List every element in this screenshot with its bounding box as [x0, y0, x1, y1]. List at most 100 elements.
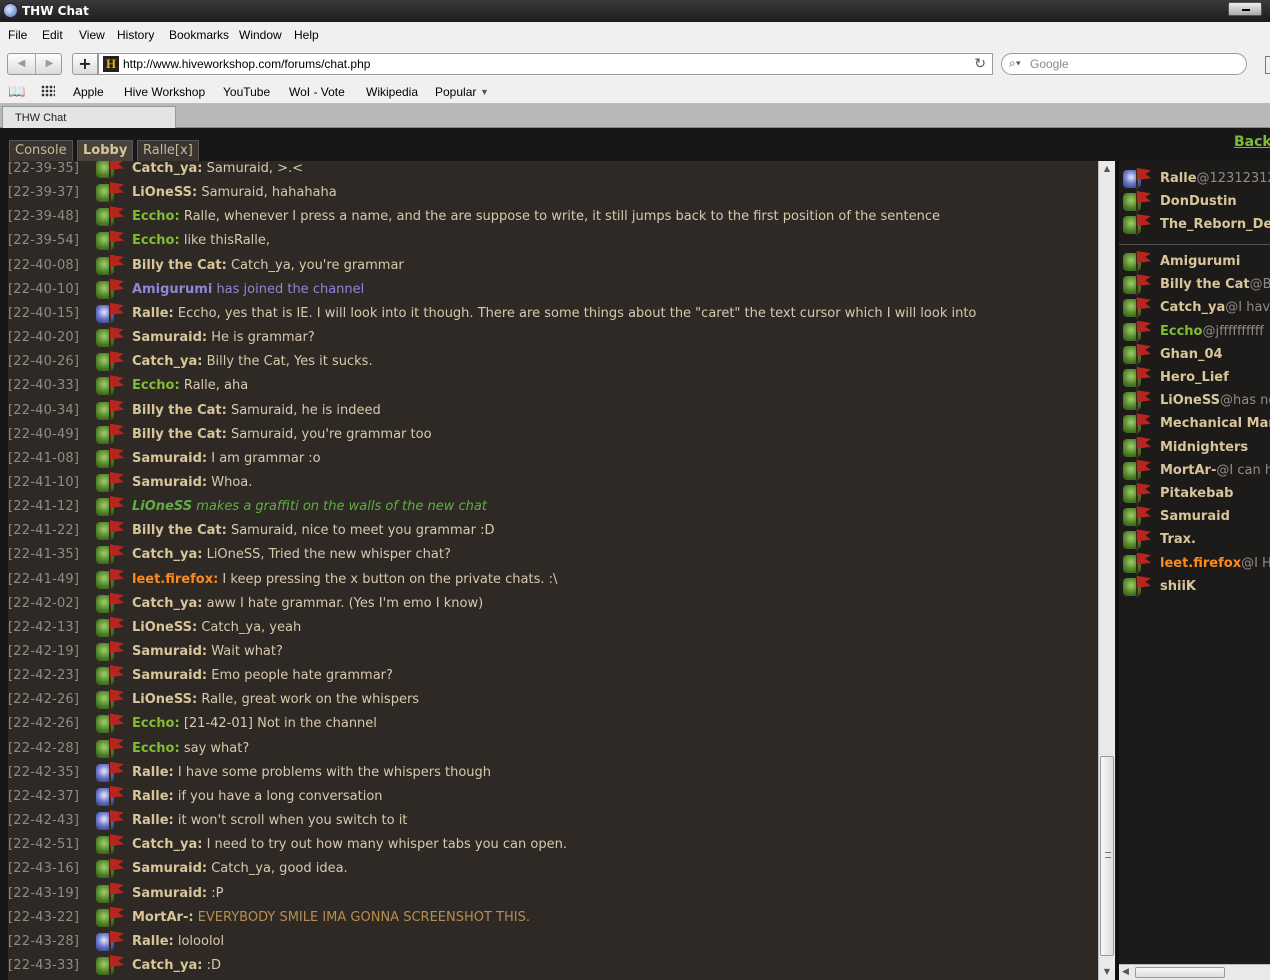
address-bar[interactable]: H http://www.hiveworkshop.com/forums/cha… — [98, 53, 993, 75]
user-name[interactable]: Mechanical Man — [1160, 412, 1270, 435]
chat-scrollbar[interactable]: ▲ ▼ — [1098, 161, 1115, 980]
message-author[interactable]: Ralle: — [132, 765, 174, 780]
message-author[interactable]: Catch_ya: — [132, 596, 202, 611]
scroll-down-icon[interactable]: ▼ — [1099, 964, 1115, 980]
message-author[interactable]: Catch_ya: — [132, 837, 202, 852]
bookmark-hive-workshop[interactable]: Hive Workshop — [124, 85, 205, 99]
user-name[interactable]: Samuraid — [1160, 505, 1230, 528]
message-author[interactable]: Ralle: — [132, 306, 174, 321]
user-list-item[interactable]: Amigurumi — [1119, 250, 1270, 273]
hscroll-thumb[interactable] — [1135, 967, 1225, 978]
user-list-item[interactable]: Ghan_04 — [1119, 343, 1270, 366]
menu-help[interactable]: Help — [294, 28, 319, 42]
user-list-item[interactable]: Catch_ya@I have — [1119, 296, 1270, 320]
menu-file[interactable]: File — [8, 28, 27, 42]
message-author[interactable]: MortAr-: — [132, 910, 194, 925]
message-author[interactable]: Billy the Cat: — [132, 258, 227, 273]
message-author[interactable]: Catch_ya: — [132, 958, 202, 973]
user-name[interactable]: shiiK — [1160, 575, 1196, 598]
minimize-button[interactable] — [1228, 2, 1262, 16]
message-author[interactable]: Catch_ya: — [132, 547, 202, 562]
menu-window[interactable]: Window — [239, 28, 282, 42]
back-arrow-icon[interactable]: ◀ — [8, 54, 35, 74]
message-author[interactable]: Catch_ya: — [132, 161, 202, 176]
user-name[interactable]: Midnighters — [1160, 436, 1248, 459]
user-list-item[interactable]: Billy the Cat@Bored — [1119, 273, 1270, 297]
forward-arrow-icon[interactable]: ▶ — [36, 54, 63, 74]
user-list-item[interactable]: shiiK — [1119, 575, 1270, 598]
menu-history[interactable]: History — [117, 28, 154, 42]
browser-tab[interactable]: THW Chat — [2, 106, 176, 128]
user-name[interactable]: leet.firefox@I HA — [1160, 552, 1270, 575]
tab-ralle[interactable]: Ralle[x] — [137, 140, 199, 161]
user-list-item[interactable]: LiOneSS@has no — [1119, 389, 1270, 413]
user-list-item[interactable]: Pitakebab — [1119, 482, 1270, 505]
message-author[interactable]: Billy the Cat: — [132, 403, 227, 418]
message-author[interactable]: Eccho: — [132, 716, 180, 731]
message-author[interactable]: LiOneSS: — [132, 692, 197, 707]
user-list-item[interactable]: Trax. — [1119, 528, 1270, 552]
message-author[interactable]: Billy the Cat: — [132, 427, 227, 442]
user-name[interactable]: Ralle@123123123 — [1160, 167, 1270, 190]
user-list-item[interactable]: Ralle@123123123 — [1119, 167, 1270, 190]
message-author[interactable]: leet.firefox: — [132, 572, 218, 587]
chevron-down-icon[interactable]: ▼ — [480, 87, 489, 97]
user-list-item[interactable]: MortAr-@I can ha — [1119, 459, 1270, 482]
tab-lobby[interactable]: Lobby — [77, 140, 134, 161]
message-author[interactable]: Ralle: — [132, 934, 174, 949]
bookmark-apple[interactable]: Apple — [73, 85, 104, 99]
bookmark-popular[interactable]: Popular — [435, 85, 476, 99]
bookmark-wikipedia[interactable]: Wikipedia — [366, 85, 418, 99]
message-author[interactable]: Eccho: — [132, 209, 180, 224]
add-bookmark-button[interactable]: + — [72, 53, 98, 75]
message-author[interactable]: Catch_ya: — [132, 354, 202, 369]
user-list-item[interactable]: leet.firefox@I HA — [1119, 552, 1270, 575]
user-name[interactable]: Ghan_04 — [1160, 343, 1223, 366]
search-placeholder[interactable]: Google — [1030, 57, 1069, 71]
user-name[interactable]: Eccho@jffffffffff — [1160, 320, 1264, 343]
user-name[interactable]: LiOneSS@has no — [1160, 389, 1270, 412]
address-url[interactable]: http://www.hiveworkshop.com/forums/chat.… — [123, 57, 370, 71]
menu-view[interactable]: View — [79, 28, 105, 42]
user-name[interactable]: MortAr-@I can ha — [1160, 459, 1270, 482]
user-list-item[interactable]: Samuraid — [1119, 505, 1270, 529]
user-name[interactable]: The_Reborn_Devil — [1160, 213, 1270, 236]
menu-bookmarks[interactable]: Bookmarks — [169, 28, 229, 42]
message-author[interactable]: Eccho: — [132, 741, 180, 756]
user-name[interactable]: DonDustin — [1160, 190, 1237, 213]
message-author[interactable]: Eccho: — [132, 378, 180, 393]
message-author[interactable]: Billy the Cat: — [132, 523, 227, 538]
tab-console[interactable]: Console — [9, 140, 73, 161]
message-author[interactable]: LiOneSS — [132, 499, 192, 514]
user-list-item[interactable]: DonDustin — [1119, 190, 1270, 213]
user-name[interactable]: Trax. — [1160, 528, 1196, 551]
user-list-item[interactable]: Mechanical Man — [1119, 412, 1270, 436]
message-author[interactable]: Samuraid: — [132, 451, 207, 466]
user-list-item[interactable]: Hero_Lief — [1119, 366, 1270, 389]
back-link[interactable]: Back — [1234, 134, 1270, 150]
message-author[interactable]: Samuraid: — [132, 330, 207, 345]
search-field[interactable]: ⌕▾ Google — [1001, 53, 1247, 75]
user-name[interactable]: Billy the Cat@Bored — [1160, 273, 1270, 296]
message-author[interactable]: Ralle: — [132, 813, 174, 828]
user-list-item[interactable]: Eccho@jffffffffff — [1119, 320, 1270, 343]
user-name[interactable]: Hero_Lief — [1160, 366, 1229, 389]
message-author[interactable]: LiOneSS: — [132, 185, 197, 200]
user-list-scrollbar[interactable]: ◀ — [1119, 964, 1270, 980]
scroll-up-icon[interactable]: ▲ — [1099, 161, 1115, 177]
top-sites-grid-icon[interactable] — [41, 85, 55, 97]
user-name[interactable]: Pitakebab — [1160, 482, 1233, 505]
message-author[interactable]: Samuraid: — [132, 668, 207, 683]
message-author[interactable]: Samuraid: — [132, 886, 207, 901]
message-author[interactable]: Samuraid: — [132, 475, 207, 490]
user-list-item[interactable]: The_Reborn_Devil — [1119, 213, 1270, 236]
user-list-item[interactable]: Midnighters — [1119, 436, 1270, 459]
user-name[interactable]: Amigurumi — [1160, 250, 1240, 273]
user-name[interactable]: Catch_ya@I have — [1160, 296, 1270, 319]
reload-icon[interactable]: ↻ — [974, 55, 986, 72]
message-author[interactable]: Samuraid: — [132, 644, 207, 659]
message-author[interactable]: Ralle: — [132, 789, 174, 804]
message-author[interactable]: Eccho: — [132, 233, 180, 248]
scroll-thumb[interactable] — [1100, 756, 1114, 956]
menu-edit[interactable]: Edit — [42, 28, 63, 42]
